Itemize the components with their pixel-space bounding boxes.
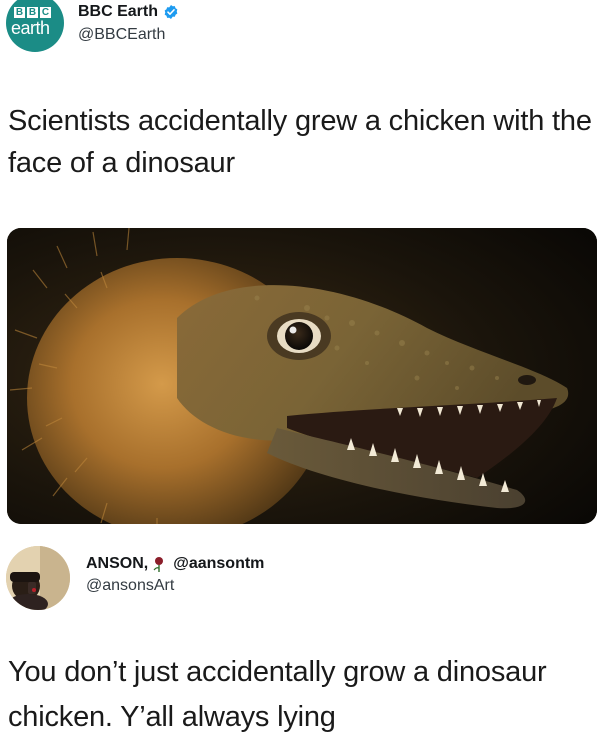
reply-name-row: ANSON, @aansontm xyxy=(86,554,264,574)
reply-avatar-photo xyxy=(6,546,70,610)
eye-highlight xyxy=(289,326,297,334)
reply-display-name[interactable]: ANSON, xyxy=(86,554,148,574)
reply-handle[interactable]: @ansonsArt xyxy=(86,576,264,596)
dinosaur-chicken-image xyxy=(7,228,597,524)
author-info: BBC Earth @BBCEarth xyxy=(78,2,179,45)
bbc-logo-letter: B xyxy=(14,7,25,18)
nostril xyxy=(518,375,536,385)
display-name-row: BBC Earth xyxy=(78,2,179,22)
rose-icon xyxy=(153,557,164,572)
tweet-header: B B C earth BBC Earth @BBCEarth xyxy=(6,0,179,60)
verified-badge-icon xyxy=(164,5,178,19)
author-handle[interactable]: @BBCEarth xyxy=(78,25,179,45)
eye-pupil xyxy=(285,322,313,350)
tweet-image[interactable] xyxy=(7,228,597,524)
bbc-logo-blocks: B B C xyxy=(14,7,51,18)
reply-author-info: ANSON, @aansontm @ansonsArt xyxy=(86,554,264,596)
bbc-logo-word: earth xyxy=(11,18,50,38)
bbc-logo-letter: B xyxy=(27,7,38,18)
reply-text: You don’t just accidentally grow a dinos… xyxy=(8,656,547,733)
bbc-logo-letter: C xyxy=(40,7,51,18)
reply-alt-handle[interactable]: @aansontm xyxy=(173,554,264,574)
avatar[interactable]: B B C earth xyxy=(6,0,64,52)
reply-avatar[interactable] xyxy=(6,546,70,610)
display-name[interactable]: BBC Earth xyxy=(78,2,158,22)
tweet-text: Scientists accidentally grew a chicken w… xyxy=(8,105,592,179)
reply-header: ANSON, @aansontm @ansonsArt xyxy=(6,546,264,610)
